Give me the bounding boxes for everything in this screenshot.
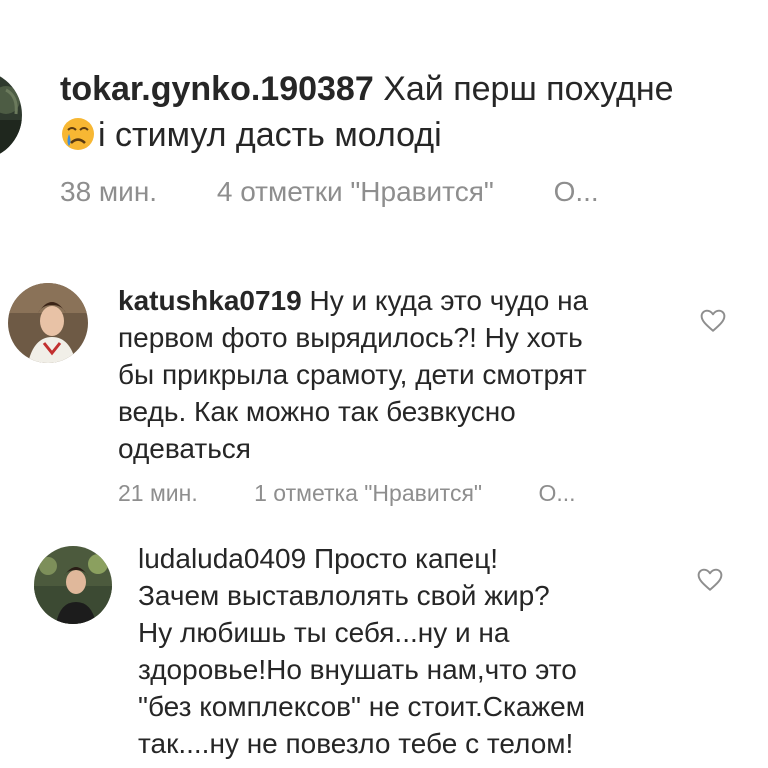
comment-body-line: так....ну не повезло тебе с телом! bbox=[138, 728, 574, 759]
avatar[interactable] bbox=[0, 70, 22, 160]
comment-reply-button[interactable]: О... bbox=[554, 176, 599, 208]
avatar[interactable] bbox=[8, 283, 88, 363]
comment-body-line: бы прикрыла срамоту, дети смотрят bbox=[118, 359, 587, 390]
comment-body-line: Зачем выставлолять свой жир? bbox=[138, 580, 550, 611]
avatar-image bbox=[0, 70, 22, 160]
comment-body: Просто капец! bbox=[313, 543, 499, 574]
comment-meta: 38 мин. 4 отметки "Нравится" О... bbox=[60, 176, 599, 208]
crying-face-emoji bbox=[60, 116, 96, 152]
comment-time: 21 мин. bbox=[118, 480, 198, 506]
comment-username[interactable]: tokar.gynko.190387 bbox=[60, 70, 374, 108]
comment-username[interactable]: ludaluda0409 bbox=[138, 543, 306, 574]
comment-meta: 21 мин. 1 отметка "Нравится" О... bbox=[118, 480, 576, 507]
comment-text: katushka0719 Ну и куда это чудо на перво… bbox=[118, 282, 718, 467]
comment-body: Хай перш похудне bbox=[383, 70, 674, 108]
comment-time: 38 мин. bbox=[60, 176, 158, 207]
comment-body-line: первом фото вырядилось?! Ну хоть bbox=[118, 322, 583, 353]
comment-username[interactable]: katushka0719 bbox=[118, 285, 302, 316]
comment-likes-link[interactable]: 1 отметка "Нравится" bbox=[254, 480, 482, 507]
comment-body-line: ведь. Как можно так безвкусно bbox=[118, 396, 516, 427]
comment-likes-link[interactable]: 4 отметки "Нравится" bbox=[217, 176, 494, 208]
comment-body-continued: і стимул дасть молоді bbox=[98, 116, 442, 154]
like-heart-icon[interactable] bbox=[697, 568, 723, 592]
comment-reply-button[interactable]: О... bbox=[538, 480, 575, 507]
comment-body-line: "без комплексов" не стоит.Скажем bbox=[138, 691, 585, 722]
comment-body: Ну и куда это чудо на bbox=[309, 285, 589, 316]
comment-text: ludaluda0409 Просто капец! Зачем выставл… bbox=[138, 540, 738, 762]
heart-icon bbox=[697, 568, 723, 591]
avatar[interactable] bbox=[34, 546, 112, 624]
like-heart-icon[interactable] bbox=[700, 309, 726, 333]
avatar-image bbox=[8, 283, 88, 363]
comment-text: tokar.gynko.190387 Хай перш похудне і ст… bbox=[60, 66, 760, 158]
comment-body-line: одеваться bbox=[118, 433, 251, 464]
comment-body-line: здоровье!Но внушать нам,что это bbox=[138, 654, 577, 685]
avatar-image bbox=[34, 546, 112, 624]
heart-icon bbox=[700, 309, 726, 332]
comment-body-line: Ну любишь ты себя...ну и на bbox=[138, 617, 510, 648]
